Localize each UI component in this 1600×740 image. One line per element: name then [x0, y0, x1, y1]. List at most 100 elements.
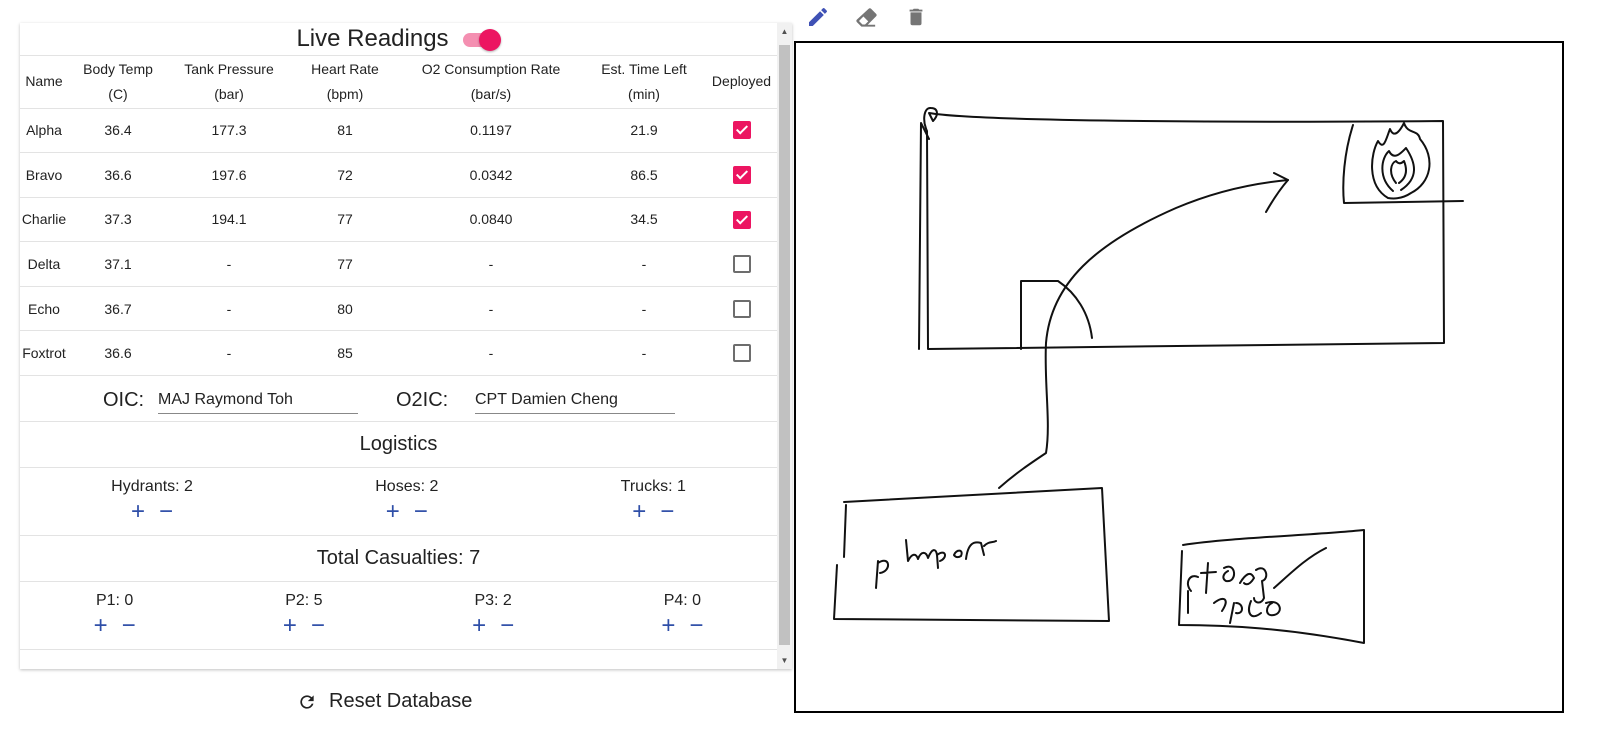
cell-name: Alpha	[20, 108, 68, 154]
col-deployed: Deployed	[706, 56, 777, 109]
trucks-increment-button[interactable]: +	[632, 500, 646, 524]
col-body-temp: Body Temp (C)	[68, 56, 168, 109]
deployed-checkbox[interactable]	[732, 166, 751, 185]
deployed-checkbox[interactable]	[732, 344, 751, 363]
trucks-decrement-button[interactable]: −	[660, 500, 674, 524]
col-o2-rate-unit: (bar/s)	[470, 85, 512, 102]
live-readings-title: Live Readings	[296, 25, 449, 52]
p2-controls: + −	[283, 614, 325, 638]
col-tank-pressure: Tank Pressure (bar)	[168, 56, 290, 109]
cell-name: Charlie	[20, 197, 68, 243]
hoses-decrement-button[interactable]: −	[414, 500, 428, 524]
p3-increment-button[interactable]: +	[472, 614, 486, 638]
p2-increment-button[interactable]: +	[283, 614, 297, 638]
fire-room-outline	[1342, 124, 1464, 204]
panel-scrollbar[interactable]: ▲ ▼	[777, 23, 792, 669]
cell-name: Foxtrot	[20, 330, 68, 377]
cell-body-temp: 37.3	[68, 197, 168, 243]
col-name-label: Name	[25, 73, 63, 90]
cell-time-left: 21.9	[582, 108, 706, 154]
cell-tank-pressure: 194.1	[168, 197, 290, 243]
deployed-checkbox[interactable]	[732, 255, 751, 274]
cell-tank-pressure: -	[168, 286, 290, 332]
p1-decrement-button[interactable]: −	[122, 614, 136, 638]
pen-tool-button[interactable]	[805, 4, 830, 29]
table-row: Foxtrot 36.6 - 85 - -	[20, 330, 777, 377]
cell-deployed	[706, 197, 777, 243]
toggle-thumb[interactable]	[478, 29, 501, 51]
door-marker	[1020, 280, 1093, 350]
cell-tank-pressure: -	[168, 241, 290, 287]
scrollbar-thumb[interactable]	[779, 45, 790, 645]
trucks-counter: Trucks: 1 + −	[621, 478, 686, 535]
delete-tool-button[interactable]	[903, 4, 928, 29]
o2ic-label: O2IC:	[396, 389, 449, 412]
p2-decrement-button[interactable]: −	[311, 614, 325, 638]
col-name: Name	[20, 56, 68, 109]
cell-tank-pressure: 197.6	[168, 152, 290, 198]
officers-row: OIC: O2IC:	[20, 376, 777, 423]
p3-decrement-button[interactable]: −	[500, 614, 514, 638]
logistics-title: Logistics	[20, 422, 777, 469]
eraser-tool-button[interactable]	[854, 4, 879, 29]
scroll-up-arrow-icon[interactable]: ▲	[777, 23, 792, 40]
pumper-box	[833, 487, 1110, 622]
readings-panel: Live Readings Name Body Temp (C) Tank Pre…	[20, 23, 792, 669]
pumper-box-side	[843, 504, 847, 558]
p4-controls: + −	[661, 614, 703, 638]
cell-body-temp: 36.7	[68, 286, 168, 332]
col-time-left-label: Est. Time Left	[601, 60, 687, 77]
cell-o2-rate: -	[400, 330, 582, 377]
scroll-down-arrow-icon[interactable]: ▼	[777, 652, 792, 669]
col-o2-rate: O2 Consumption Rate (bar/s)	[400, 56, 582, 109]
reset-database-button[interactable]: Reset Database	[297, 690, 472, 713]
refresh-icon	[300, 694, 314, 709]
trucks-label: Trucks: 1	[620, 478, 686, 496]
cell-time-left: -	[582, 330, 706, 377]
table-row: Delta 37.1 - 77 - -	[20, 241, 777, 287]
pencil-icon	[808, 7, 827, 26]
cell-name: Delta	[20, 241, 68, 287]
hoses-increment-button[interactable]: +	[386, 500, 400, 524]
live-readings-header: Live Readings	[20, 23, 777, 56]
cell-o2-rate: 0.0840	[400, 197, 582, 243]
hoses-counter: Hoses: 2 + −	[375, 478, 438, 535]
cell-time-left: 86.5	[582, 152, 706, 198]
hydrants-decrement-button[interactable]: −	[159, 500, 173, 524]
live-readings-toggle[interactable]	[461, 29, 501, 51]
col-body-temp-label: Body Temp	[83, 60, 153, 77]
hydrants-increment-button[interactable]: +	[131, 500, 145, 524]
table-header-row: Name Body Temp (C) Tank Pressure (bar) Hea…	[20, 56, 777, 109]
cell-o2-rate: 0.0342	[400, 152, 582, 198]
p3-counter: P3: 2 + −	[472, 592, 514, 649]
cell-heart-rate: 81	[290, 108, 400, 154]
col-deployed-label: Deployed	[711, 73, 772, 90]
cell-o2-rate: -	[400, 241, 582, 287]
cell-heart-rate: 77	[290, 241, 400, 287]
cell-heart-rate: 72	[290, 152, 400, 198]
p4-label: P4: 0	[663, 592, 702, 610]
hoses-controls: + −	[375, 500, 438, 524]
drawing-canvas[interactable]	[794, 41, 1564, 713]
readings-table: Name Body Temp (C) Tank Pressure (bar) Hea…	[20, 56, 777, 377]
deployed-checkbox[interactable]	[732, 210, 751, 229]
p1-counter: P1: 0 + −	[94, 592, 136, 649]
col-heart-rate-label: Heart Rate	[311, 60, 379, 77]
col-body-temp-unit: (C)	[108, 85, 128, 102]
cell-body-temp: 36.6	[68, 330, 168, 377]
cell-deployed	[706, 152, 777, 198]
p4-increment-button[interactable]: +	[661, 614, 675, 638]
cell-name: Echo	[20, 286, 68, 332]
deployed-checkbox[interactable]	[732, 299, 751, 318]
p2-label: P2: 5	[285, 592, 323, 610]
p4-counter: P4: 0 + −	[661, 592, 703, 649]
col-time-left-unit: (min)	[628, 85, 660, 102]
cell-deployed	[706, 286, 777, 332]
hoses-label: Hoses: 2	[375, 478, 439, 496]
p1-increment-button[interactable]: +	[94, 614, 108, 638]
deployed-checkbox[interactable]	[732, 121, 751, 140]
cell-tank-pressure: -	[168, 330, 290, 377]
p4-decrement-button[interactable]: −	[689, 614, 703, 638]
oic-input[interactable]	[158, 386, 358, 415]
o2ic-input[interactable]	[475, 386, 675, 415]
